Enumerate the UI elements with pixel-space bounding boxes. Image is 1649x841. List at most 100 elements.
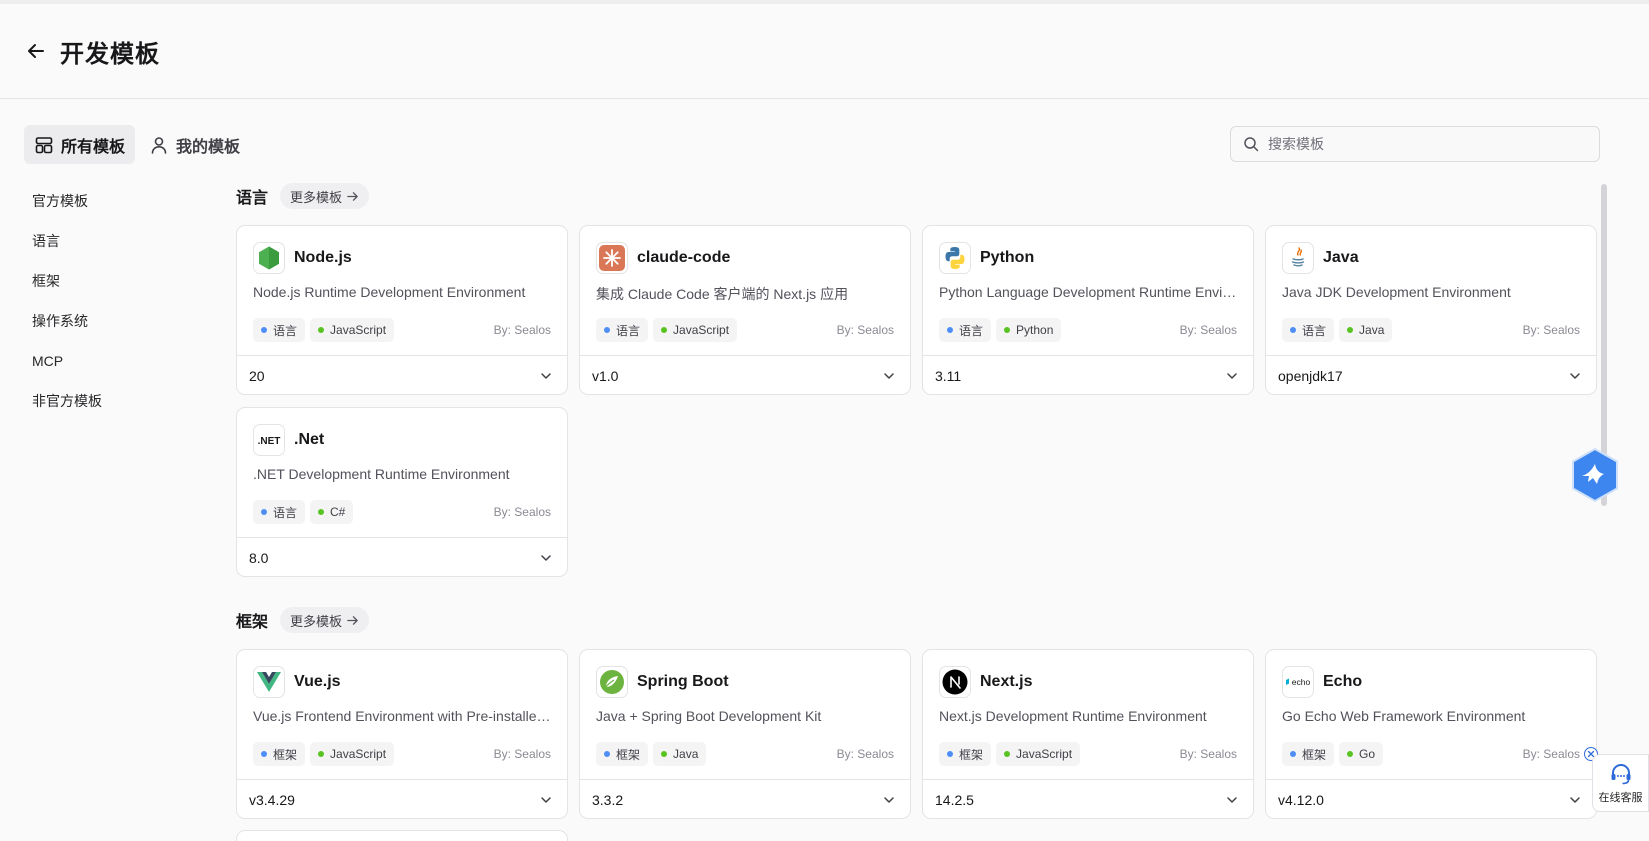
template-description: Python Language Development Runtime Envi…: [939, 284, 1239, 300]
template-card-spring-boot[interactable]: Spring Boot Java + Spring Boot Developme…: [579, 649, 911, 819]
tag-label: 语言: [1302, 323, 1327, 338]
template-description: Java JDK Development Environment: [1282, 284, 1511, 300]
tab-my-templates[interactable]: 我的模板: [139, 125, 250, 164]
template-card-node-js[interactable]: Node.js Node.js Runtime Development Envi…: [236, 225, 568, 395]
sidebar-item-official[interactable]: 官方模板: [32, 190, 102, 230]
template-name: Python: [980, 249, 1035, 266]
tag-dot: [1290, 751, 1296, 757]
tag-list: 语言 JavaScript: [596, 318, 738, 342]
chevron-down-icon: [541, 555, 551, 561]
tag-label: C#: [330, 505, 346, 519]
arrow-left-icon[interactable]: [26, 41, 46, 61]
tag-label: Go: [1359, 747, 1376, 761]
tag-dot: [318, 751, 325, 757]
tag-list: 语言 Python: [939, 318, 1062, 342]
section-title: 框架: [236, 614, 269, 631]
template-card-vue-js[interactable]: Vue.js Vue.js Frontend Environment with …: [236, 649, 568, 819]
tag-dot: [261, 327, 267, 333]
version-select[interactable]: 3.11: [923, 355, 1253, 394]
sidebar-item-framework[interactable]: 框架: [32, 270, 102, 310]
card-header: Spring Boot: [596, 666, 729, 698]
version-select[interactable]: 14.2.5: [923, 779, 1253, 818]
template-logo: [253, 242, 285, 274]
template-logo: [939, 242, 971, 274]
tag-dot: [1290, 327, 1296, 333]
page-title: 开发模板: [60, 40, 160, 68]
card-header: Node.js: [253, 242, 352, 274]
template-description: Java + Spring Boot Development Kit: [596, 708, 822, 724]
more-label: 更多模板: [290, 613, 343, 629]
tag-label: JavaScript: [673, 323, 730, 337]
sidebar-item-language[interactable]: 语言: [32, 230, 102, 270]
template-card-partial[interactable]: [236, 830, 568, 841]
search-input[interactable]: [1268, 136, 1588, 152]
template-logo: [253, 666, 285, 698]
version-value: v1.0: [592, 368, 619, 384]
tag-dot: [261, 751, 267, 757]
category-sidebar: 官方模板 语言 框架 操作系统 MCP 非官方模板: [32, 190, 102, 430]
category-tag: 语言: [939, 318, 992, 342]
java-icon: [1291, 247, 1305, 267]
tag-dot: [661, 751, 668, 757]
template-card-python[interactable]: Python Python Language Development Runti…: [922, 225, 1254, 395]
spring-icon: [600, 670, 624, 694]
more-templates-button[interactable]: 更多模板: [280, 607, 370, 633]
version-select[interactable]: v3.4.29: [237, 779, 567, 818]
tag-dot: [604, 751, 610, 757]
version-select[interactable]: v4.12.0: [1266, 779, 1596, 818]
tag-label: 框架: [959, 747, 984, 762]
headset-icon: [1611, 764, 1630, 785]
tech-tag: JavaScript: [996, 742, 1081, 766]
tab-all-templates[interactable]: 所有模板: [24, 125, 136, 164]
version-select[interactable]: 3.3.2: [580, 779, 910, 818]
sidebar-item-os[interactable]: 操作系统: [32, 310, 102, 350]
assistant-bird-icon[interactable]: [1567, 446, 1623, 504]
support-label: 在线客服: [1598, 792, 1643, 804]
category-tag: 框架: [1282, 742, 1335, 766]
version-value: openjdk17: [1278, 368, 1343, 384]
tech-tag: JavaScript: [310, 742, 395, 766]
sidebar-item-mcp[interactable]: MCP: [32, 350, 102, 390]
version-select[interactable]: openjdk17: [1266, 355, 1596, 394]
category-tag: 语言: [253, 318, 306, 342]
template-card-claude-code[interactable]: claude-code 集成 Claude Code 客户端的 Next.js …: [579, 225, 911, 395]
tag-label: Java: [1359, 323, 1385, 337]
template-card-next-js[interactable]: Next.js Next.js Development Runtime Envi…: [922, 649, 1254, 819]
tech-tag: Python: [996, 318, 1062, 342]
tag-label: JavaScript: [1016, 747, 1073, 761]
tag-label: JavaScript: [330, 323, 387, 337]
version-select[interactable]: 8.0: [237, 537, 567, 576]
category-tag: 语言: [1282, 318, 1335, 342]
nodejs-icon: [259, 246, 279, 270]
sidebar-item-unofficial[interactable]: 非官方模板: [32, 390, 102, 430]
template-card-java[interactable]: Java Java JDK Development Environment 语言…: [1265, 225, 1597, 395]
template-description: Vue.js Frontend Environment with Pre-ins…: [253, 708, 553, 724]
template-description: .NET Development Runtime Environment: [253, 466, 510, 482]
card-header: Python: [939, 242, 1034, 274]
template-card-net[interactable]: .NET .Net .NET Development Runtime Envir…: [236, 407, 568, 577]
template-author: By: Sealos: [836, 747, 894, 761]
template-name: Vue.js: [294, 673, 341, 690]
section-header-language: 语言 更多模板: [236, 183, 370, 209]
arrow-right-icon: [347, 615, 358, 625]
more-templates-button[interactable]: 更多模板: [280, 183, 370, 209]
template-description: Next.js Development Runtime Environment: [939, 708, 1207, 724]
template-name: Java: [1323, 249, 1359, 266]
template-name: Spring Boot: [637, 673, 729, 690]
template-logo: [939, 666, 971, 698]
more-label: 更多模板: [290, 189, 343, 205]
tag-dot: [947, 327, 953, 333]
template-name: Next.js: [980, 673, 1033, 690]
version-value: v4.12.0: [1278, 792, 1324, 808]
card-header: .NET .Net: [253, 424, 324, 456]
online-support-button[interactable]: 在线客服: [1592, 754, 1649, 812]
nextjs-icon: [942, 669, 968, 695]
tag-dot: [261, 509, 267, 515]
version-select[interactable]: 20: [237, 355, 567, 394]
tag-dot: [947, 751, 953, 757]
tag-label: 框架: [1302, 747, 1327, 762]
tag-dot: [1004, 327, 1011, 333]
template-author: By: Sealos: [1179, 323, 1237, 337]
template-card-echo[interactable]: echo Echo Go Echo Web Framework Environm…: [1265, 649, 1597, 819]
version-select[interactable]: v1.0: [580, 355, 910, 394]
